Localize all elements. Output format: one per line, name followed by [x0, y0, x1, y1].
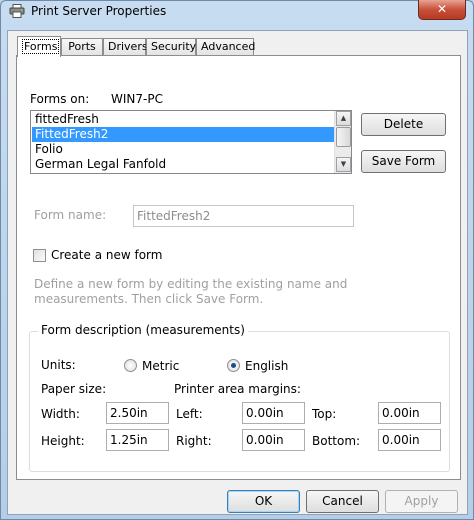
metric-label[interactable]: Metric	[142, 359, 179, 373]
paper-size-label: Paper size:	[41, 382, 107, 396]
apply-button[interactable]: Apply	[385, 490, 458, 513]
delete-button[interactable]: Delete	[361, 113, 446, 136]
forms-tab-page: Forms on: WIN7-PC fittedFresh FittedFres…	[16, 55, 461, 480]
bottom-margin-label: Bottom:	[312, 434, 361, 448]
create-new-form-label[interactable]: Create a new form	[51, 248, 162, 262]
tab-security[interactable]: Security	[146, 38, 196, 56]
group-title: Form description (measurements)	[38, 323, 248, 337]
english-label[interactable]: English	[245, 359, 288, 373]
save-form-button[interactable]: Save Form	[361, 150, 446, 173]
ok-button[interactable]: OK	[227, 490, 300, 513]
printer-icon	[9, 4, 25, 18]
height-label: Height:	[41, 434, 85, 448]
printer-area-margins-label: Printer area margins:	[174, 382, 301, 396]
units-label: Units:	[41, 358, 76, 372]
width-label: Width:	[41, 407, 80, 421]
list-item-selected[interactable]: FittedFresh2	[32, 127, 335, 142]
cancel-button[interactable]: Cancel	[306, 490, 379, 513]
bottom-margin-field[interactable]: 0.00in	[378, 429, 441, 451]
form-description-group: Form description (measurements) Units: M…	[29, 323, 450, 472]
right-margin-label: Right:	[176, 434, 212, 448]
english-radio[interactable]	[227, 359, 240, 372]
height-field[interactable]: 1.25in	[106, 429, 169, 451]
scroll-up-icon[interactable]: ▲	[336, 111, 351, 126]
title-bar[interactable]: Print Server Properties ✕	[1, 0, 473, 23]
list-item[interactable]: German Legal Fanfold	[32, 157, 335, 172]
help-text-line-2: measurements. Then click Save Form.	[34, 292, 264, 306]
left-margin-field[interactable]: 0.00in	[242, 402, 305, 424]
top-margin-field[interactable]: 0.00in	[378, 402, 441, 424]
tab-ports[interactable]: Ports	[61, 38, 103, 56]
scroll-thumb[interactable]	[336, 127, 351, 147]
list-item[interactable]: Folio	[32, 142, 335, 157]
forms-on-label: Forms on:	[30, 92, 90, 106]
tab-forms[interactable]: Forms	[17, 36, 61, 57]
right-margin-field[interactable]: 0.00in	[242, 429, 305, 451]
form-name-field[interactable]: FittedFresh2	[133, 205, 354, 227]
listbox-scrollbar[interactable]: ▲ ▼	[334, 111, 351, 173]
tab-drivers[interactable]: Drivers	[103, 38, 148, 56]
server-name: WIN7-PC	[111, 92, 163, 106]
width-field[interactable]: 2.50in	[106, 402, 169, 424]
help-text-line-1: Define a new form by editing the existin…	[34, 277, 348, 291]
close-button[interactable]: ✕	[418, 0, 466, 20]
form-name-label: Form name:	[34, 208, 107, 222]
tab-advanced[interactable]: Advanced	[196, 38, 255, 56]
create-new-form-checkbox[interactable]	[33, 249, 46, 262]
print-server-properties-window: Print Server Properties ✕ Forms Ports Dr…	[0, 0, 474, 520]
window-title: Print Server Properties	[31, 4, 167, 18]
radio-selected-dot	[231, 363, 236, 368]
list-item[interactable]: fittedFresh	[32, 112, 335, 127]
metric-radio[interactable]	[124, 359, 137, 372]
left-margin-label: Left:	[176, 407, 203, 421]
top-margin-label: Top:	[312, 407, 337, 421]
dialog-client-area: Forms Ports Drivers Security Advanced Fo…	[7, 30, 468, 515]
scroll-down-icon[interactable]: ▼	[336, 157, 351, 172]
forms-listbox[interactable]: fittedFresh FittedFresh2 Folio German Le…	[30, 110, 352, 174]
